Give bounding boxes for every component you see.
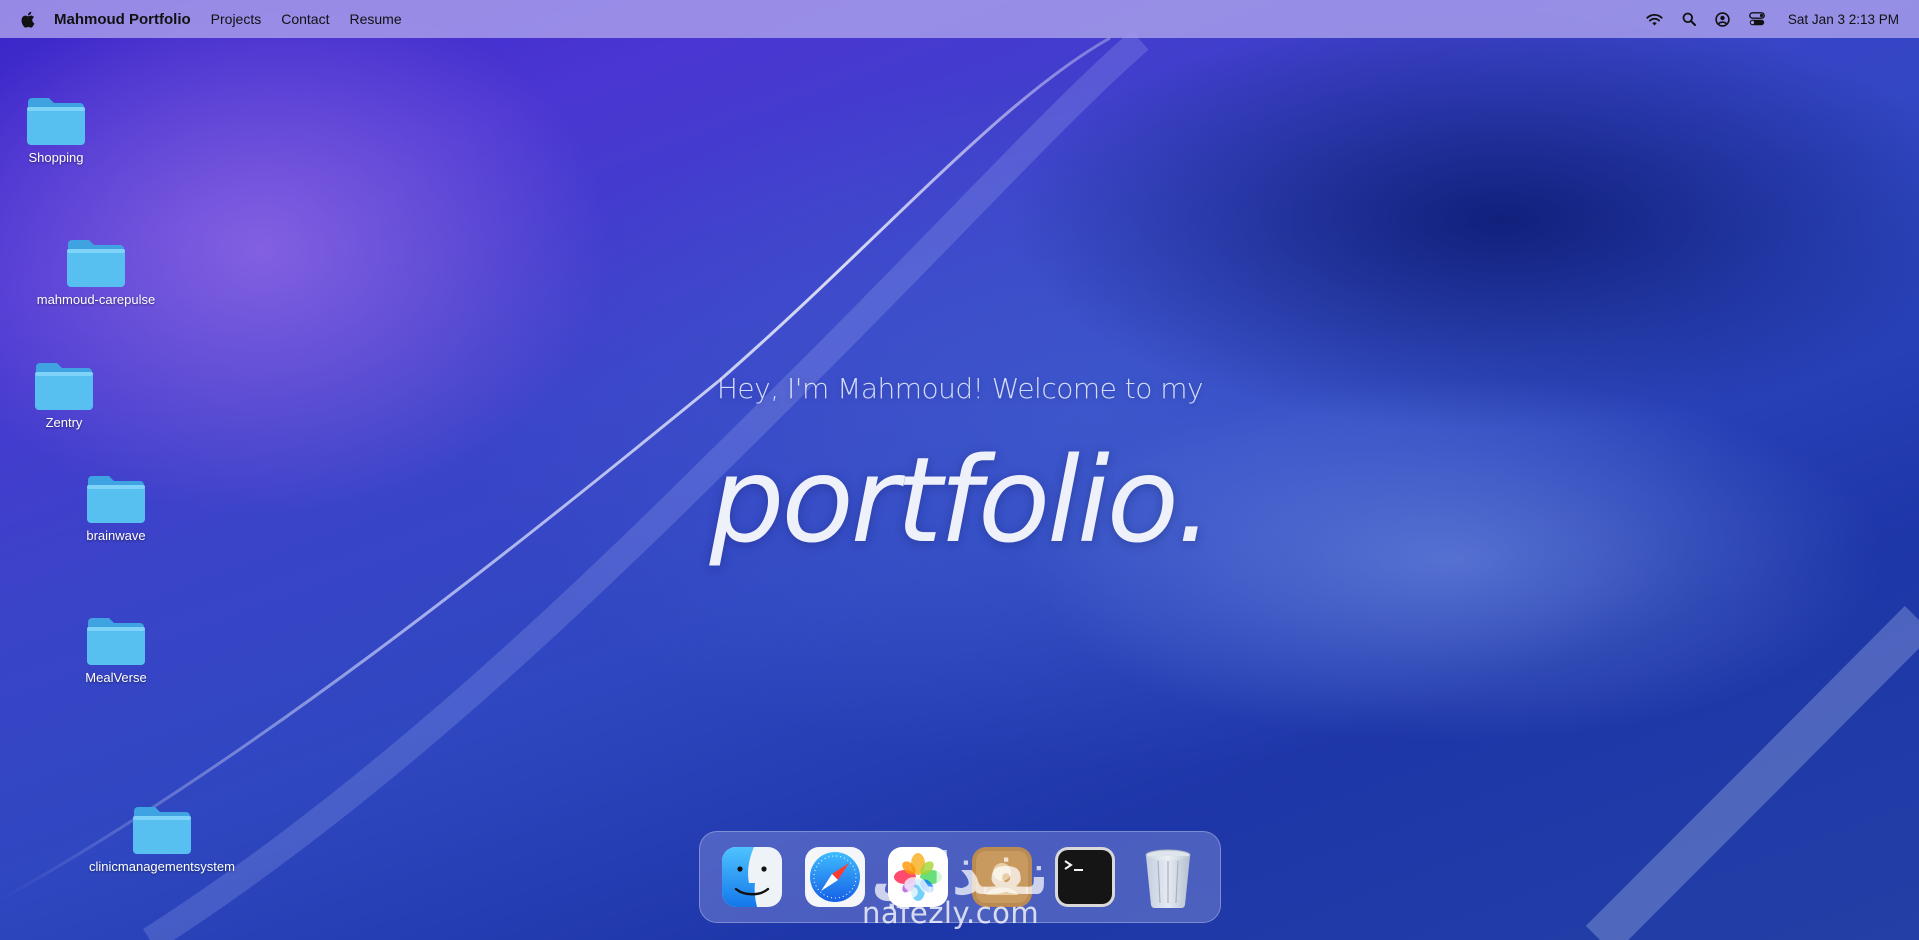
finder-icon[interactable] <box>719 844 785 910</box>
control-center-icon[interactable] <box>1748 10 1766 28</box>
folder-label: mahmoud-carepulse <box>36 292 156 307</box>
hero-title: portfolio. <box>709 431 1214 569</box>
user-icon[interactable] <box>1714 10 1732 28</box>
folder-icon <box>87 476 145 523</box>
terminal-icon[interactable] <box>1052 844 1118 910</box>
folder-mahmoud-carepulse[interactable]: mahmoud-carepulse <box>31 235 161 307</box>
folder-icon <box>133 807 191 854</box>
desktop: Mahmoud Portfolio Projects Contact Resum… <box>0 0 1919 940</box>
folder-brainwave[interactable]: brainwave <box>82 471 150 543</box>
folder-label: brainwave <box>86 528 146 543</box>
menu-contact[interactable]: Contact <box>281 11 329 27</box>
trash-icon[interactable] <box>1135 844 1201 910</box>
wifi-icon[interactable] <box>1646 10 1664 28</box>
folder-icon <box>35 363 93 410</box>
folder-zentry[interactable]: Zentry <box>30 358 98 430</box>
folder-clinicmanagementsystem[interactable]: clinicmanagementsystem <box>79 802 245 874</box>
folder-label: Shopping <box>28 150 84 165</box>
menu-projects[interactable]: Projects <box>211 11 262 27</box>
app-name[interactable]: Mahmoud Portfolio <box>54 11 191 28</box>
menu-bar: Mahmoud Portfolio Projects Contact Resum… <box>0 0 1919 38</box>
menu-resume[interactable]: Resume <box>349 11 401 27</box>
folder-icon <box>27 98 85 145</box>
search-icon[interactable] <box>1680 10 1698 28</box>
folder-label: Zentry <box>45 415 83 430</box>
menubar-clock[interactable]: Sat Jan 3 2:13 PM <box>1788 12 1899 27</box>
folder-label: MealVerse <box>85 670 147 685</box>
folder-label: clinicmanagementsystem <box>89 859 235 874</box>
watermark-text: nafezly.com <box>862 896 1040 930</box>
folder-icon <box>87 618 145 665</box>
hero-subtitle: Hey, I'm Mahmoud! Welcome to my <box>716 372 1204 405</box>
folder-icon <box>67 240 125 287</box>
safari-icon[interactable] <box>802 844 868 910</box>
apple-icon[interactable] <box>20 10 36 28</box>
folder-mealverse[interactable]: MealVerse <box>82 613 150 685</box>
folder-shopping[interactable]: Shopping <box>22 93 90 165</box>
